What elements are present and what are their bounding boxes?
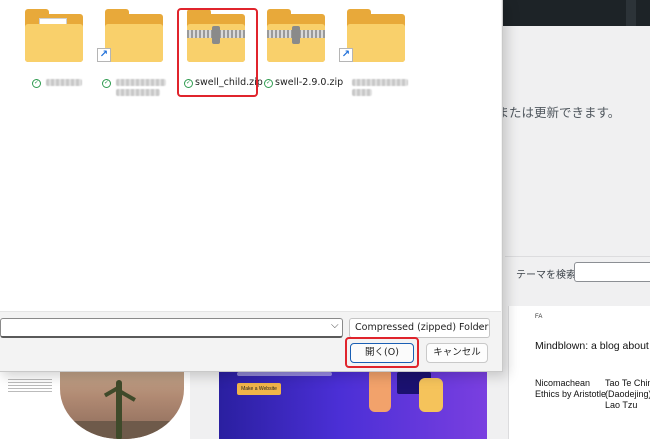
folder-icon xyxy=(25,9,83,62)
shortcut-arrow-icon: ↗ xyxy=(97,48,111,62)
folder-icon xyxy=(105,9,163,62)
caption-lines xyxy=(8,379,52,393)
file-label-blurred xyxy=(46,79,82,86)
cactus-arm xyxy=(120,390,136,402)
chevron-down-icon[interactable]: ⌵ xyxy=(331,320,339,331)
ground-shape xyxy=(60,421,184,439)
file-name-label: swell-2.9.0.zip xyxy=(275,77,344,88)
sync-ok-icon: ✓ xyxy=(102,79,111,88)
zip-folder-icon xyxy=(267,9,325,62)
filename-input[interactable] xyxy=(0,318,343,338)
blog-post-title: Tao Te Ching (Daodejing) Lao Tzu xyxy=(605,378,650,410)
theme-search-input[interactable] xyxy=(574,262,650,282)
folder-icon xyxy=(347,9,405,62)
open-button-highlight xyxy=(345,337,419,368)
selection-highlight xyxy=(177,8,258,97)
sync-ok-icon: ✓ xyxy=(32,79,41,88)
file-item[interactable]: ↗ ✓ xyxy=(96,6,170,96)
illustration-person xyxy=(419,378,443,412)
desert-cactus-image xyxy=(60,368,184,439)
admin-top-bar xyxy=(500,0,650,26)
theme-tagline-text xyxy=(237,372,332,376)
file-list-area[interactable]: ✓ ↗ ✓ ✓ swell_child.zip ✓ swell-2.9.0.zi… xyxy=(0,0,501,312)
make-website-button: Make a Website xyxy=(237,383,281,395)
file-item-swell[interactable]: ✓ swell-2.9.0.zip xyxy=(258,6,343,96)
file-label-blurred xyxy=(116,79,166,86)
theme-card-purple[interactable]: Make a Website xyxy=(219,368,487,439)
file-item[interactable]: ✓ xyxy=(16,6,90,96)
file-label-blurred xyxy=(352,89,372,96)
filename-row: ⌵ xyxy=(0,318,343,338)
folder-front xyxy=(25,24,83,62)
file-item[interactable]: ↗ xyxy=(338,6,412,96)
theme-search-label: テーマを検索 xyxy=(516,270,576,281)
shortcut-arrow-icon: ↗ xyxy=(339,48,353,62)
file-label-blurred xyxy=(116,89,160,96)
zipper-pull-icon xyxy=(292,26,300,44)
file-type-label: Compressed (zipped) Folder (*.z xyxy=(355,322,489,333)
chevron-down-icon: ⌵ xyxy=(477,322,484,332)
blog-post-title: Nicomachean Ethics by Aristotle xyxy=(535,378,607,399)
blog-title: Mindblown: a blog about ph xyxy=(535,340,650,352)
divider xyxy=(505,256,650,257)
file-label-blurred xyxy=(352,79,408,86)
theme-caption-text xyxy=(8,379,58,393)
illustration-person xyxy=(369,368,391,412)
cancel-button[interactable]: キャンセル xyxy=(426,343,488,363)
folder-front xyxy=(105,24,163,62)
upload-instruction-text: ルまたは更新できます。 xyxy=(484,105,621,120)
admin-bar-segment xyxy=(626,0,636,26)
file-type-select[interactable]: Compressed (zipped) Folder (*.z ⌵ xyxy=(349,318,490,338)
theme-card-blog[interactable]: FA Mindblown: a blog about ph Nicomachea… xyxy=(508,306,650,439)
sync-ok-icon: ✓ xyxy=(264,79,273,88)
open-file-dialog: ✓ ↗ ✓ ✓ swell_child.zip ✓ swell-2.9.0.zi… xyxy=(0,0,503,372)
folder-front xyxy=(347,24,405,62)
blog-site-mark: FA xyxy=(535,314,543,320)
